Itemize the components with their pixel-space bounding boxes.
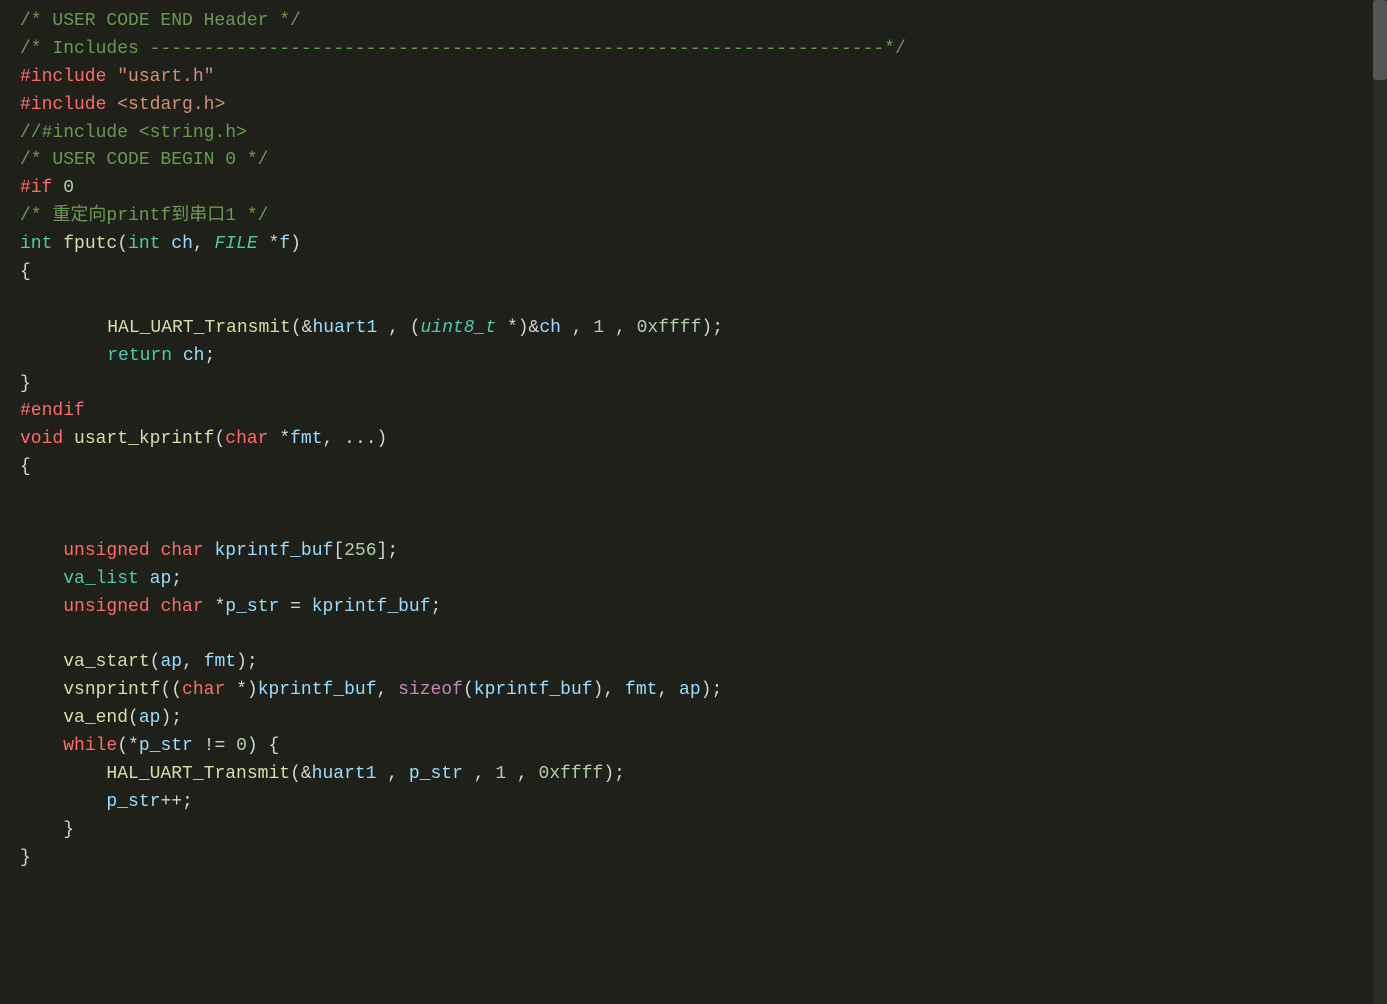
code-line-18 [20,482,1387,510]
code-line-28: HAL_UART_Transmit(&huart1 , p_str , 1 , … [20,761,1387,789]
code-line-27: while(*p_str != 0) { [20,733,1387,761]
code-line-26: va_end(ap); [20,705,1387,733]
code-line-14: } [20,371,1387,399]
code-line-5: //#include <string.h> [20,120,1387,148]
code-line-12: HAL_UART_Transmit(&huart1 , (uint8_t *)&… [20,315,1387,343]
code-line-4: #include <stdarg.h> [20,92,1387,120]
code-line-22: unsigned char *p_str = kprintf_buf; [20,594,1387,622]
code-line-19 [20,510,1387,538]
code-editor: /* USER CODE END Header */ /* Includes -… [0,0,1387,1004]
code-line-31: } [20,845,1387,873]
code-line-20: unsigned char kprintf_buf[256]; [20,538,1387,566]
scrollbar-thumb[interactable] [1373,0,1387,80]
code-line-30: } [20,817,1387,845]
code-line-8: /* 重定向printf到串口1 */ [20,203,1387,231]
code-line-17: { [20,454,1387,482]
code-line-24: va_start(ap, fmt); [20,649,1387,677]
code-line-15: #endif [20,398,1387,426]
code-line-3: #include "usart.h" [20,64,1387,92]
code-line-21: va_list ap; [20,566,1387,594]
code-line-7: #if 0 [20,175,1387,203]
code-line-23 [20,622,1387,650]
code-line-16: void usart_kprintf(char *fmt, ...) [20,426,1387,454]
code-line-2: /* Includes ----------------------------… [20,36,1387,64]
code-line-1: /* USER CODE END Header */ [20,8,1387,36]
code-line-6: /* USER CODE BEGIN 0 */ [20,147,1387,175]
code-line-29: p_str++; [20,789,1387,817]
code-line-9: int fputc(int ch, FILE *f) [20,231,1387,259]
code-line-25: vsnprintf((char *)kprintf_buf, sizeof(kp… [20,677,1387,705]
code-line-11 [20,287,1387,315]
code-line-13: return ch; [20,343,1387,371]
code-line-10: { [20,259,1387,287]
scrollbar[interactable] [1373,0,1387,1004]
